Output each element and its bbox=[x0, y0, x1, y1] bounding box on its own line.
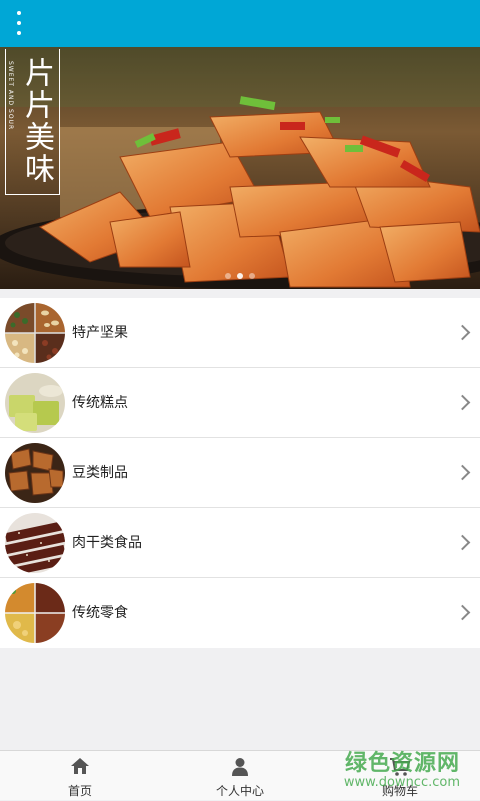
bean-products-thumbnail bbox=[5, 443, 65, 503]
nav-profile-label: 个人中心 bbox=[215, 784, 264, 798]
category-label: 特产坚果 bbox=[72, 325, 128, 341]
chevron-right-icon bbox=[454, 394, 471, 411]
snacks-thumbnail bbox=[5, 583, 65, 643]
banner-food-image bbox=[0, 47, 480, 289]
nav-profile[interactable]: 个人中心 bbox=[160, 751, 320, 801]
nav-home-label: 首页 bbox=[67, 784, 92, 798]
category-list: 特产坚果 传统糕点 豆类制品 肉干类食品 传统零食 bbox=[0, 298, 480, 648]
chevron-right-icon bbox=[454, 464, 471, 481]
watermark: 绿色资源网 www.downcc.com bbox=[344, 745, 460, 790]
category-label: 传统零食 bbox=[72, 605, 128, 621]
nuts-thumbnail bbox=[5, 303, 65, 363]
chevron-right-icon bbox=[454, 534, 471, 551]
category-item-pastries[interactable]: 传统糕点 bbox=[0, 368, 480, 438]
top-bar bbox=[0, 0, 480, 47]
banner-subtitle: SWEET AND SOUR bbox=[7, 61, 14, 131]
banner-carousel[interactable]: 片片美味 SWEET AND SOUR bbox=[0, 47, 480, 289]
carousel-dot-active[interactable] bbox=[237, 273, 243, 279]
carousel-dot[interactable] bbox=[249, 273, 255, 279]
chevron-right-icon bbox=[454, 604, 471, 621]
category-item-snacks[interactable]: 传统零食 bbox=[0, 578, 480, 648]
category-item-jerky[interactable]: 肉干类食品 bbox=[0, 508, 480, 578]
jerky-thumbnail bbox=[5, 513, 65, 573]
watermark-title: 绿色资源网 bbox=[344, 751, 460, 776]
home-icon bbox=[70, 757, 90, 779]
pastries-thumbnail bbox=[5, 373, 65, 433]
nav-home[interactable]: 首页 bbox=[0, 751, 160, 801]
category-label: 肉干类食品 bbox=[72, 535, 142, 551]
user-icon bbox=[231, 757, 249, 781]
watermark-url: www.downcc.com bbox=[343, 775, 460, 790]
category-item-nuts[interactable]: 特产坚果 bbox=[0, 298, 480, 368]
more-vertical-icon[interactable] bbox=[10, 10, 28, 36]
carousel-indicators bbox=[0, 273, 480, 279]
category-label: 豆类制品 bbox=[72, 465, 128, 481]
chevron-right-icon bbox=[454, 324, 471, 341]
category-label: 传统糕点 bbox=[72, 395, 128, 411]
category-item-bean-products[interactable]: 豆类制品 bbox=[0, 438, 480, 508]
banner-title-frame: 片片美味 SWEET AND SOUR bbox=[5, 49, 60, 195]
banner-title: 片片美味 bbox=[19, 57, 54, 185]
carousel-dot[interactable] bbox=[225, 273, 231, 279]
